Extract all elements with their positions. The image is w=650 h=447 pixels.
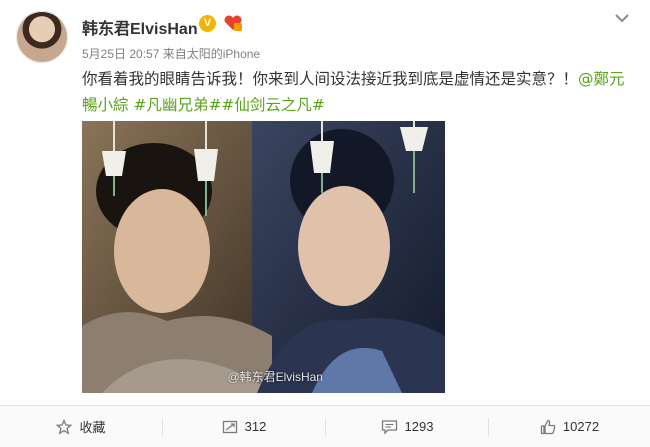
comment-count: 1293 (404, 419, 434, 434)
favorite-label: 收藏 (79, 420, 106, 435)
post-main-text: 你看着我的眼睛告诉我！你来到人间设法接近我到底是虚情还是实意？！ (82, 70, 579, 88)
repost-count: 312 (244, 419, 267, 434)
member-badge-icon (224, 15, 242, 31)
chevron-down-icon[interactable] (612, 12, 632, 26)
username[interactable]: 韩东君ElvisHan (82, 15, 198, 39)
avatar[interactable] (16, 11, 68, 63)
image-watermark: @韩东君ElvisHan (227, 370, 323, 384)
timestamp[interactable]: 5月25日 20:57 (82, 47, 159, 61)
like-count: 10272 (562, 419, 600, 434)
repost-button[interactable]: 312 (163, 406, 325, 447)
verified-badge-icon: V (199, 15, 216, 32)
repost-icon (222, 420, 237, 433)
comment-button[interactable]: 1293 (326, 406, 488, 447)
like-button[interactable]: 10272 (489, 406, 650, 447)
favorite-button[interactable]: 收藏 (0, 406, 162, 447)
post-image[interactable]: @韩东君ElvisHan (82, 121, 445, 393)
post-text: 你看着我的眼睛告诉我！你来到人间设法接近我到底是虚情还是实意？！@鄭元暢小綜 #… (82, 66, 630, 118)
star-icon (56, 418, 73, 435)
thumbs-up-icon (540, 419, 556, 434)
post-image-illustration (82, 121, 445, 393)
hashtag-link[interactable]: #凡幽兄弟##仙剑云之凡# (133, 96, 324, 114)
action-bar: 收藏 312 1293 10272 (0, 405, 650, 447)
comment-icon (381, 419, 397, 435)
weibo-post-card: 韩东君ElvisHan V 5月25日 20:57 来自太阳的iPhone 你看… (0, 0, 650, 447)
source: 来自太阳的iPhone (162, 47, 261, 61)
post-meta: 5月25日 20:57 来自太阳的iPhone (82, 45, 260, 62)
